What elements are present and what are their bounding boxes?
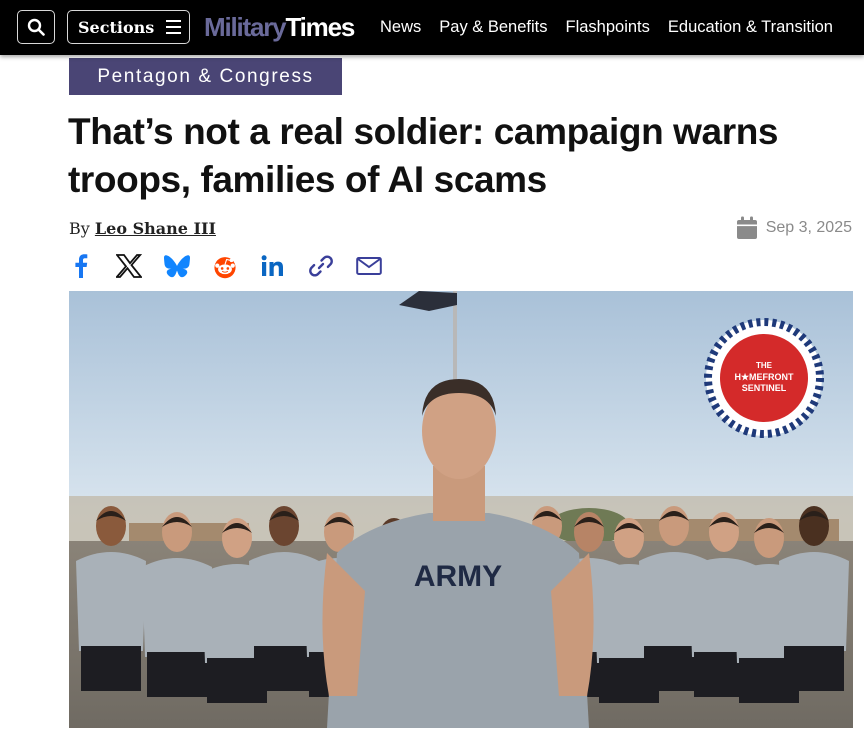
site-logo[interactable]: Military Times [204, 11, 355, 43]
nav-link-flashpoints[interactable]: Flashpoints [566, 18, 650, 37]
linkedin-icon [261, 255, 283, 276]
category-tag[interactable]: Pentagon & Congress [69, 58, 342, 95]
nav-link-pay-benefits[interactable]: Pay & Benefits [439, 18, 547, 37]
search-button[interactable] [17, 10, 55, 44]
email-icon [356, 257, 382, 275]
logo-military-text: Military [204, 12, 287, 42]
linkedin-share-button[interactable] [260, 252, 286, 280]
byline-prefix: By [69, 219, 90, 238]
bluesky-share-button[interactable] [164, 252, 190, 280]
date-text: Sep 3, 2025 [765, 219, 852, 236]
soldiers-photo: ARMY THE H★MEFRONT SENTINEL [69, 291, 853, 728]
email-share-button[interactable] [356, 252, 382, 280]
logo-times-text: Times [285, 12, 355, 42]
hamburger-icon [166, 20, 182, 34]
homefront-sentinel-badge: THE H★MEFRONT SENTINEL [704, 318, 824, 438]
badge-line-2: H★MEFRONT [734, 372, 794, 382]
x-share-button[interactable] [116, 252, 142, 280]
nav-link-education-transition[interactable]: Education & Transition [668, 18, 833, 37]
main-nav-links: News Pay & Benefits Flashpoints Educatio… [380, 0, 833, 55]
badge-line-1: THE [756, 361, 773, 370]
reddit-share-button[interactable] [212, 252, 238, 280]
calendar-icon [736, 216, 757, 239]
hero-image: ARMY THE H★MEFRONT SENTINEL [69, 291, 853, 728]
sections-label: Sections [78, 17, 155, 37]
sections-button[interactable]: Sections [67, 10, 190, 44]
share-bar [68, 252, 382, 280]
x-icon [116, 254, 142, 278]
facebook-icon [75, 254, 88, 278]
search-icon [27, 18, 45, 36]
facebook-share-button[interactable] [68, 252, 94, 280]
byline: By Leo Shane III [69, 219, 216, 238]
image-caption [69, 727, 853, 733]
bluesky-icon [164, 255, 190, 278]
reddit-icon [214, 257, 236, 279]
central-shirt-text: ARMY [414, 560, 502, 593]
author-link[interactable]: Leo Shane III [95, 219, 216, 238]
top-nav: Sections Military Times News Pay & Benefi… [0, 0, 864, 55]
nav-link-news[interactable]: News [380, 18, 421, 37]
copy-link-button[interactable] [308, 252, 334, 280]
article-headline: That’s not a real soldier: campaign warn… [68, 111, 779, 200]
link-icon [309, 255, 333, 277]
publish-date: Sep 3, 2025 [736, 216, 852, 240]
badge-line-3: SENTINEL [742, 383, 787, 393]
